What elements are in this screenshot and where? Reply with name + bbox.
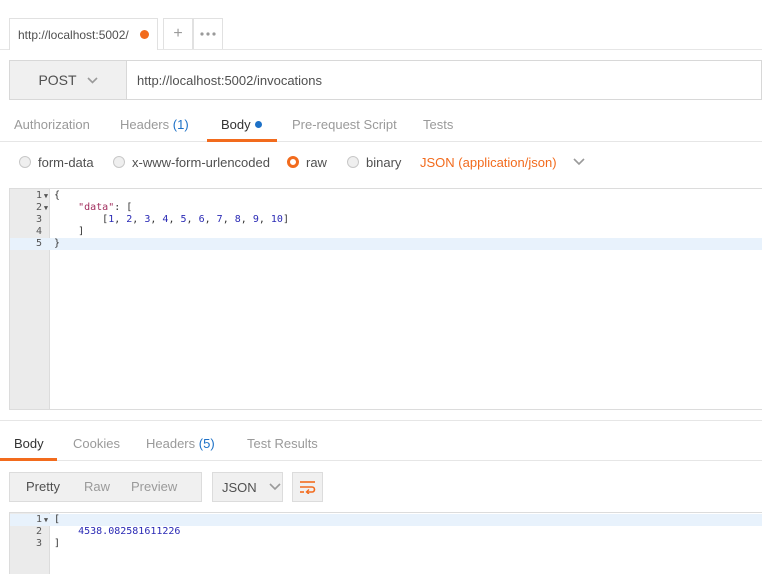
tab-body[interactable]: Body <box>207 110 277 142</box>
tab-label: Pre-request Script <box>292 117 397 132</box>
radio-raw[interactable]: raw <box>287 148 327 176</box>
view-raw-button[interactable]: Raw <box>76 473 123 501</box>
request-tab-title: http://localhost:5002/ <box>18 27 129 42</box>
tab-label: Cookies <box>73 436 120 451</box>
new-tab-button[interactable]: + <box>163 18 193 49</box>
radio-label: binary <box>366 154 402 170</box>
tab-pre-request-script[interactable]: Pre-request Script <box>292 110 397 142</box>
tab-label: Tests <box>423 117 454 132</box>
tab-authorization[interactable]: Authorization <box>14 110 90 142</box>
radio-form-data[interactable]: form-data <box>19 148 94 176</box>
section-divider <box>0 420 762 421</box>
code-line: 3 ] <box>35 538 61 549</box>
fold-arrow-icon[interactable]: ▼ <box>42 514 50 526</box>
tab-options-button[interactable] <box>193 18 223 49</box>
headers-count: (5) <box>198 436 215 451</box>
radio-circle-icon <box>19 156 31 168</box>
plus-icon: + <box>173 25 183 42</box>
fold-arrow-icon[interactable]: ▼ <box>42 202 50 214</box>
wrap-lines-icon <box>300 481 316 494</box>
content-type-label: JSON (application/json) <box>420 154 557 170</box>
request-tab[interactable]: http://localhost:5002/ <box>9 18 158 50</box>
radio-label: x-www-form-urlencoded <box>132 154 270 170</box>
headers-count: (1) <box>172 117 189 132</box>
tab-label: Test Results <box>247 436 318 451</box>
tab-label: Body <box>14 436 44 451</box>
tab-label: Headers <box>120 117 170 132</box>
request-tab-bar: http://localhost:5002/ + <box>0 0 762 50</box>
json-key: "data" <box>78 202 115 213</box>
radio-urlencoded[interactable]: x-www-form-urlencoded <box>113 148 270 176</box>
response-tabs: Body Cookies Headers (5) Test Results <box>0 430 762 461</box>
code-line: 3 [1, 2, 3, 4, 5, 6, 7, 8, 9, 10] <box>35 214 289 225</box>
code-line: 2 ▼ "data": [ <box>35 202 133 214</box>
radio-label: form-data <box>38 154 94 170</box>
body-type-options: form-data x-www-form-urlencoded raw bina… <box>0 148 762 178</box>
chevron-down-icon <box>269 483 281 491</box>
code-line-active: 1 ▼ [ <box>10 514 762 526</box>
wrap-lines-button[interactable] <box>292 472 323 502</box>
view-pretty-button[interactable]: Pretty <box>10 473 76 501</box>
url-bar: POST <box>9 60 762 100</box>
response-tab-body[interactable]: Body <box>0 430 57 461</box>
method-select[interactable]: POST <box>10 61 127 99</box>
radio-circle-icon <box>113 156 125 168</box>
code-line-active: 5 } <box>10 238 762 250</box>
method-label: POST <box>38 72 77 88</box>
tab-label: Headers <box>146 436 196 451</box>
response-tab-headers[interactable]: Headers (5) <box>146 430 215 461</box>
response-body-viewer[interactable]: 1 ▼ [ 2 4538.082581611226 3 ] <box>9 512 762 574</box>
unsaved-dot-icon <box>140 30 149 39</box>
radio-label: raw <box>306 154 327 170</box>
radio-binary[interactable]: binary <box>347 148 401 176</box>
code-line: 2 4538.082581611226 <box>35 526 181 537</box>
radio-selected-icon <box>287 156 299 168</box>
tab-headers[interactable]: Headers (1) <box>120 110 189 142</box>
code-line: 1 ▼ { <box>35 190 61 202</box>
view-preview-button[interactable]: Preview <box>123 473 177 501</box>
response-value: 4538.082581611226 <box>78 526 181 537</box>
response-tab-test-results[interactable]: Test Results <box>247 430 318 461</box>
chevron-down-icon <box>572 158 585 166</box>
code-line: 4 ] <box>35 226 85 237</box>
format-label: JSON <box>222 479 257 495</box>
fold-arrow-icon[interactable]: ▼ <box>42 190 50 202</box>
content-type-select[interactable]: JSON (application/json) <box>420 148 585 176</box>
response-format-select[interactable]: JSON <box>212 472 283 502</box>
more-dots-icon <box>200 32 216 36</box>
tab-tests[interactable]: Tests <box>423 110 453 142</box>
response-tab-cookies[interactable]: Cookies <box>73 430 120 461</box>
response-view-toggle: Pretty Raw Preview <box>9 472 202 502</box>
request-tabs: Authorization Headers (1) Body Pre-reque… <box>0 110 762 142</box>
tab-label: Body <box>221 117 251 132</box>
url-input[interactable] <box>127 61 761 99</box>
postman-window: http://localhost:5002/ + POST Authorizat… <box>0 0 762 574</box>
modified-dot-icon <box>254 121 262 129</box>
request-body-editor[interactable]: 1 ▼ { 2 ▼ "data": [ 3 [1, 2, 3, 4, 5, 6, 7… <box>9 188 762 410</box>
radio-circle-icon <box>347 156 359 168</box>
chevron-down-icon <box>86 76 98 84</box>
tab-label: Authorization <box>14 117 90 132</box>
